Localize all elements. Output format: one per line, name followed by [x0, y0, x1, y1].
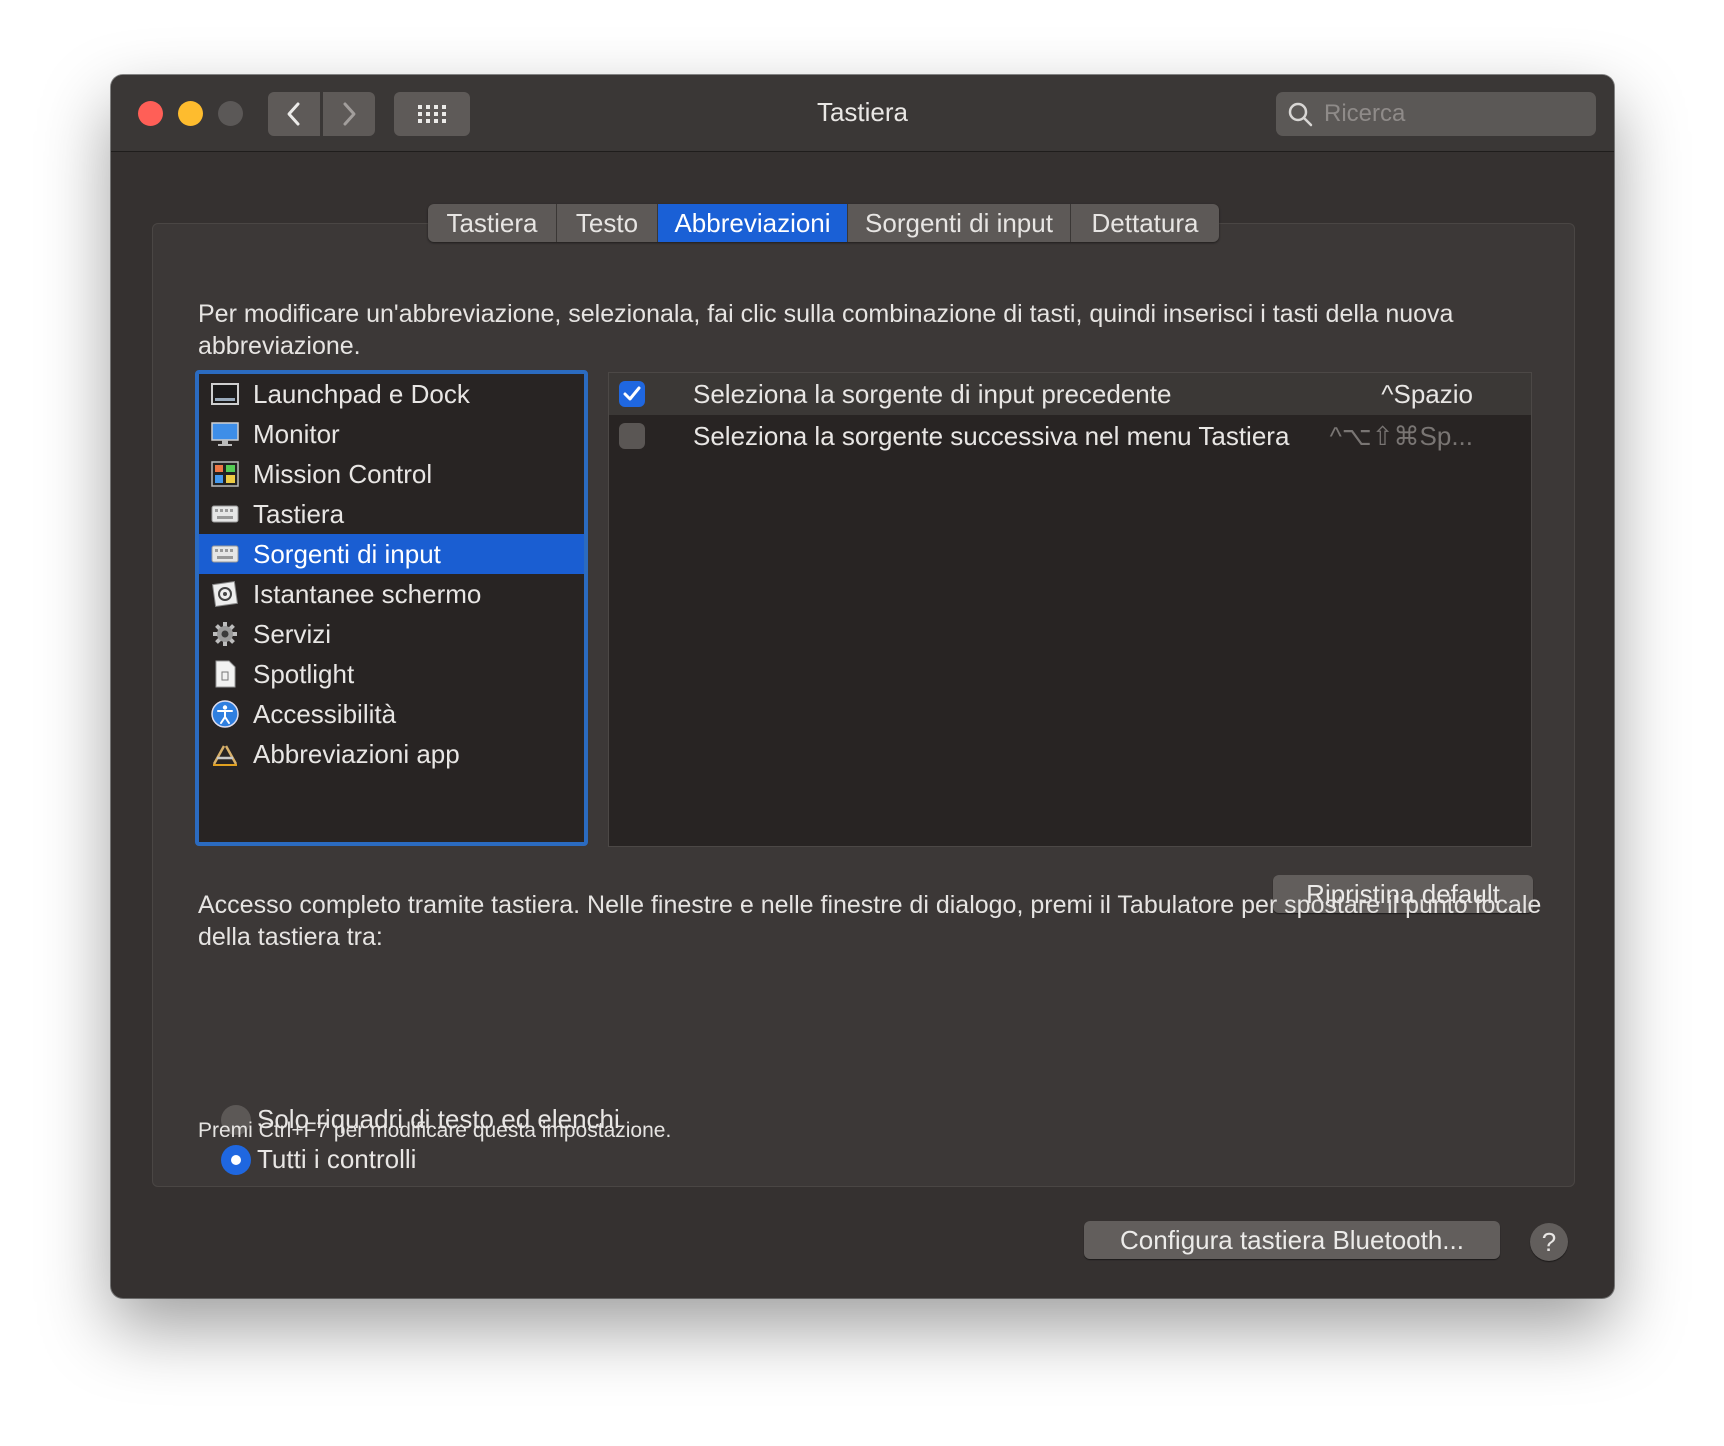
- tab-testo[interactable]: Testo: [557, 204, 658, 242]
- list-item-label: Abbreviazioni app: [253, 738, 460, 769]
- list-item-launchpad-dock[interactable]: Launchpad e Dock: [199, 374, 584, 414]
- shortcut-hint-text: Premi Ctrl+F7 per modificare questa impo…: [198, 1119, 672, 1142]
- shortcut-category-list[interactable]: Launchpad e Dock Monitor Mission Control…: [195, 370, 588, 846]
- list-item-accessibilita[interactable]: Accessibilità: [199, 694, 584, 734]
- list-item-label: Mission Control: [253, 458, 433, 489]
- list-item-istantanee-schermo[interactable]: Istantanee schermo: [199, 574, 584, 614]
- tab-tastiera[interactable]: Tastiera: [428, 204, 557, 242]
- instructions-text: Per modificare un'abbreviazione, selezio…: [198, 300, 1454, 360]
- full-keyboard-access-text: Accesso completo tramite tastiera. Nelle…: [198, 891, 1542, 951]
- document-icon: [211, 660, 239, 688]
- shortcut-label: Seleziona la sorgente di input precedent…: [693, 378, 1172, 409]
- table-row[interactable]: Seleziona la sorgente di input precedent…: [609, 373, 1531, 415]
- list-item-mission-control[interactable]: Mission Control: [199, 454, 584, 494]
- radio-all-controls[interactable]: Tutti i controlli: [221, 1144, 416, 1175]
- tab-abbreviazioni[interactable]: Abbreviazioni: [658, 204, 848, 242]
- radio-label: Tutti i controlli: [257, 1144, 417, 1174]
- list-item-label: Istantanee schermo: [253, 578, 482, 609]
- help-button[interactable]: ?: [1530, 1223, 1568, 1261]
- list-item-label: Servizi: [253, 618, 332, 649]
- title-bar: Tastiera: [111, 75, 1614, 152]
- gear-icon: [211, 620, 239, 648]
- list-item-label: Spotlight: [253, 658, 355, 689]
- list-item-sorgenti-di-input[interactable]: Sorgenti di input: [199, 534, 584, 574]
- list-item-monitor[interactable]: Monitor: [199, 414, 584, 454]
- keyboard-icon: [211, 500, 239, 528]
- search-field[interactable]: [1276, 92, 1596, 136]
- list-item-spotlight[interactable]: Spotlight: [199, 654, 584, 694]
- list-item-label: Launchpad e Dock: [253, 378, 470, 409]
- launchpad-icon: [211, 380, 239, 408]
- mission-control-icon: [211, 460, 239, 488]
- keyboard-icon: [211, 540, 239, 568]
- list-item-label: Sorgenti di input: [253, 538, 441, 569]
- shortcut-enabled-checkbox[interactable]: [619, 381, 645, 407]
- shortcut-key-combination[interactable]: ^⌥⇧⌘Sp...: [1330, 421, 1473, 452]
- list-item-abbreviazioni-app[interactable]: Abbreviazioni app: [199, 734, 584, 774]
- checkmark-icon: [623, 386, 641, 401]
- preferences-window: Tastiera Tastiera Testo Abbreviazioni So…: [111, 75, 1614, 1298]
- tab-sorgenti-di-input[interactable]: Sorgenti di input: [848, 204, 1071, 242]
- shortcut-label: Seleziona la sorgente successiva nel men…: [693, 420, 1290, 451]
- list-item-label: Accessibilità: [253, 698, 397, 729]
- shortcut-enabled-checkbox[interactable]: [619, 423, 645, 449]
- list-item-label: Monitor: [253, 418, 340, 449]
- table-row[interactable]: Seleziona la sorgente successiva nel men…: [609, 415, 1531, 457]
- tab-bar: Tastiera Testo Abbreviazioni Sorgenti di…: [428, 204, 1219, 242]
- search-icon: [1288, 102, 1313, 127]
- app-shortcuts-icon: [211, 740, 239, 768]
- shortcuts-table: Seleziona la sorgente di input precedent…: [608, 372, 1532, 847]
- search-input[interactable]: [1322, 99, 1586, 129]
- radio-button[interactable]: [221, 1144, 251, 1175]
- bluetooth-keyboard-setup-button[interactable]: Configura tastiera Bluetooth...: [1084, 1221, 1500, 1259]
- list-item-tastiera[interactable]: Tastiera: [199, 494, 584, 534]
- monitor-icon: [211, 420, 239, 448]
- screenshot-icon: [211, 580, 239, 608]
- shortcut-key-combination[interactable]: ^Spazio: [1381, 379, 1473, 410]
- list-item-label: Tastiera: [253, 498, 345, 529]
- tab-dettatura[interactable]: Dettatura: [1071, 204, 1219, 242]
- list-item-servizi[interactable]: Servizi: [199, 614, 584, 654]
- accessibility-icon: [211, 700, 239, 728]
